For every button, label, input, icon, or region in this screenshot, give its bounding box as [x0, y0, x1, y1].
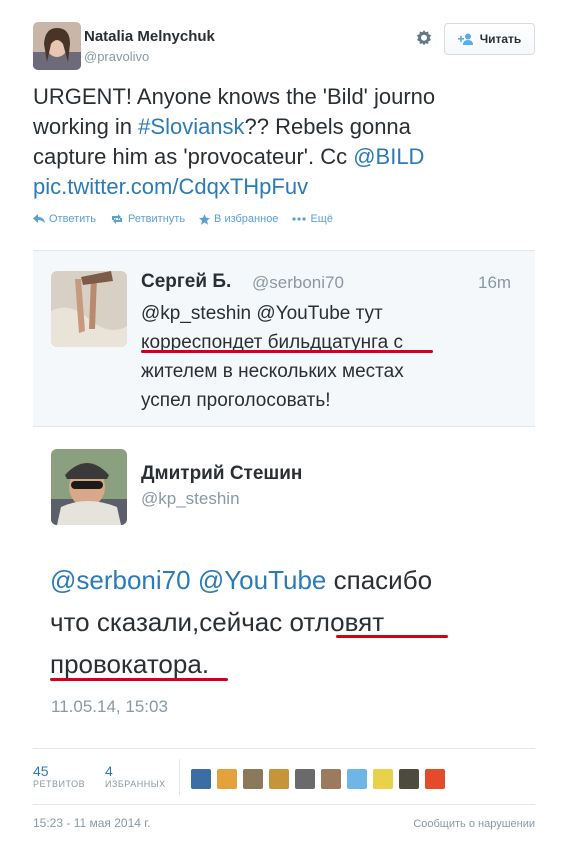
- mention-link: @serboni70: [50, 565, 191, 595]
- embedded-date: 11.05.14, 15:03: [51, 697, 168, 716]
- retweet-label: Ретвитнуть: [128, 213, 186, 225]
- embedded-text-line: жителем в нескольких местах: [141, 361, 404, 382]
- favorites-label: ИЗБРАННЫХ: [105, 779, 166, 789]
- embedded-text-1: @kp_steshin @YouTube тут корреспондет би…: [141, 299, 531, 415]
- tweet-text: URGENT! Anyone knows the 'Bild' journo w…: [33, 82, 533, 202]
- tweet-text-span: working in: [33, 114, 139, 139]
- favorite-action[interactable]: В избранное: [199, 213, 278, 225]
- favorites-stat[interactable]: 4 ИЗБРАННЫХ: [105, 763, 166, 789]
- tweet-line-1: URGENT! Anyone knows the 'Bild' journo: [33, 84, 436, 109]
- follow-button[interactable]: Читать: [444, 23, 535, 55]
- avatar-9-icon[interactable]: [399, 769, 419, 789]
- embedded-avatar-1: [51, 271, 127, 347]
- retweets-label: РЕТВИТОВ: [33, 779, 86, 789]
- tweet-timestamp[interactable]: 15:23 - 11 мая 2014 г.: [33, 816, 151, 830]
- follow-button-label: Читать: [479, 32, 522, 46]
- favorite-label: В избранное: [214, 213, 279, 225]
- reply-label: Ответить: [49, 213, 97, 225]
- hashtag-link[interactable]: #Sloviansk: [138, 114, 244, 139]
- embedded-text-span: что сказали,сейчас: [50, 607, 290, 637]
- avatar-8-icon[interactable]: [373, 769, 393, 789]
- embedded-avatar-2: [51, 449, 127, 525]
- more-action[interactable]: Ещё: [292, 213, 333, 225]
- embedded-tweet-1: Сергей Б. @serboni70 16m @kp_steshin @Yo…: [33, 251, 535, 427]
- tweet-line-2: working in #Sloviansk?? Rebels gonna: [33, 112, 533, 142]
- embedded-text-line: @kp_steshin @YouTube тут: [141, 303, 383, 324]
- add-user-icon: [457, 33, 473, 45]
- embedded-text-line: успел проголосовать!: [141, 390, 331, 411]
- reply-action[interactable]: Ответить: [33, 213, 96, 225]
- author-handle[interactable]: @pravolivo: [84, 49, 149, 64]
- embedded-text-line: @serboni70 @YouTube спасибо: [50, 559, 530, 601]
- tweet-actions: Ответить Ретвитнуть В избранное Ещё: [33, 213, 333, 225]
- retweets-stat[interactable]: 45 РЕТВИТОВ: [33, 763, 85, 789]
- favorites-count: 4: [105, 763, 113, 779]
- author-name[interactable]: Natalia Melnychuk: [84, 28, 215, 45]
- report-link[interactable]: Сообщить о нарушении: [413, 818, 535, 830]
- red-underline-1: [141, 350, 433, 353]
- reply-icon: [33, 214, 45, 223]
- avatar-1-icon[interactable]: [191, 769, 211, 789]
- embedded-tweet-2: Дмитрий Стешин @kp_steshin @serboni70 @Y…: [33, 427, 535, 741]
- embedded-text-span: .: [201, 649, 210, 679]
- embedded-handle-2: @kp_steshin: [141, 489, 240, 508]
- mention-link: @YouTube: [197, 565, 327, 595]
- underlined-phrase: провокатора: [50, 649, 202, 679]
- tweet-text-span: capture him as 'provocateur'. Cc: [33, 144, 354, 169]
- retweet-action[interactable]: Ретвитнуть: [110, 213, 185, 225]
- author-avatar-image: [33, 22, 81, 70]
- embedded-text-line: что сказали,сейчас отловят: [50, 601, 530, 643]
- red-underline-3: [50, 678, 228, 681]
- embedded-name-1: Сергей Б.: [141, 271, 232, 292]
- more-label: Ещё: [310, 213, 333, 225]
- stats-divider: [179, 759, 180, 795]
- stats-bar: 45 РЕТВИТОВ 4 ИЗБРАННЫХ: [33, 748, 535, 805]
- avatar-4-icon[interactable]: [269, 769, 289, 789]
- avatar-5-icon[interactable]: [295, 769, 315, 789]
- retweet-icon: [112, 214, 123, 224]
- more-dots-icon: [292, 217, 307, 221]
- retweets-count: 45: [33, 763, 49, 779]
- tweet-line-3: capture him as 'provocateur'. Cc @BILD: [33, 142, 533, 172]
- embedded-text-span: спасибо: [333, 565, 433, 595]
- embedded-time-1: 16m: [478, 273, 512, 292]
- facepile: [191, 769, 445, 789]
- star-icon: [199, 213, 211, 225]
- embedded-name-2: Дмитрий Стешин: [141, 463, 303, 484]
- avatar-10-icon[interactable]: [425, 769, 445, 789]
- red-underline-2: [336, 635, 448, 638]
- embedded-handle-1: @serboni70: [252, 273, 344, 292]
- avatar-2-icon[interactable]: [217, 769, 237, 789]
- tweet-text-span: ?? Rebels gonna: [244, 114, 411, 139]
- author-avatar[interactable]: [33, 22, 81, 70]
- gear-icon[interactable]: [414, 28, 434, 48]
- embedded-text-2: @serboni70 @YouTube спасибо что сказали,…: [50, 559, 530, 685]
- pic-link[interactable]: pic.twitter.com/CdqxTHpFuv: [33, 172, 533, 202]
- avatar-7-icon[interactable]: [347, 769, 367, 789]
- tweet-media-image[interactable]: Сергей Б. @serboni70 16m @kp_steshin @Yo…: [33, 250, 535, 741]
- avatar-6-icon[interactable]: [321, 769, 341, 789]
- underlined-phrase: отловят: [289, 607, 385, 637]
- mention-link[interactable]: @BILD: [353, 144, 424, 169]
- avatar-3-icon[interactable]: [243, 769, 263, 789]
